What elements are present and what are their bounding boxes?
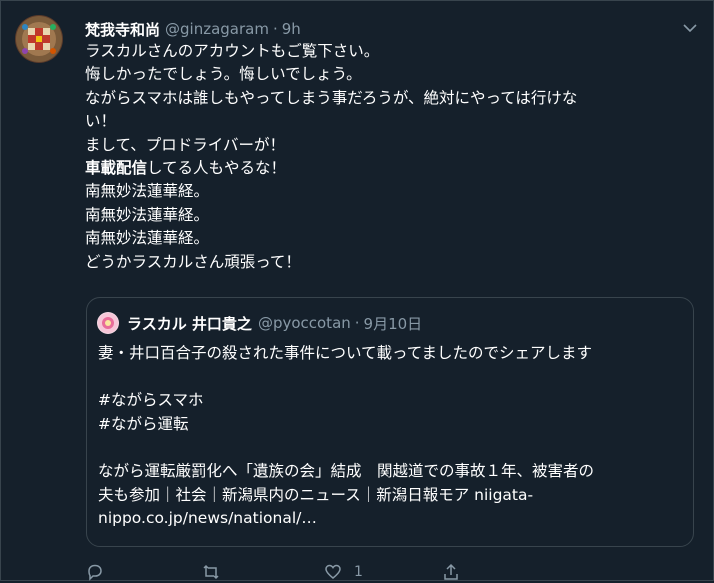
heart-icon: [325, 564, 341, 579]
tweet-text-line: 南無妙法蓮華経。: [85, 182, 210, 201]
tweet-header: 梵我寺和尚 @ginzagaram · 9h: [85, 18, 301, 40]
reply-icon: [88, 564, 102, 581]
tweet-text-line: 南無妙法蓮華経。: [85, 229, 210, 248]
display-name[interactable]: 梵我寺和尚: [85, 19, 160, 40]
separator-dot: ·: [272, 20, 278, 38]
like-button[interactable]: 1: [324, 563, 363, 581]
quoted-tweet-header: ラスカル 井口貴之 @pyoccotan · 9月10日: [97, 311, 422, 335]
tweet-text-line: ラスカルさんのアカウントもご覧下さい。: [85, 42, 380, 60]
tweet-text-line: 悔しかったでしょう。悔しいでしょう。: [85, 65, 362, 84]
tweet-text-line: ながらスマホは誰しもやってしまう事だろうが、絶対にやっては行けな: [85, 88, 578, 107]
tweet-text-line: どうかラスカルさん頑張って！: [85, 252, 301, 271]
retweet-button[interactable]: [202, 563, 220, 581]
reply-button[interactable]: [86, 563, 104, 581]
quoted-text-line: ながら運転厳罰化へ「遺族の会」結成 関越道での事故１年、被害者の: [98, 461, 595, 480]
tweet-text-line: い！: [85, 112, 117, 131]
tweet-text-line: 車載配信してる人もやるな！: [85, 157, 685, 180]
user-handle[interactable]: @ginzagaram: [165, 20, 269, 38]
hashtag-link[interactable]: #ながらスマホ: [98, 389, 688, 413]
quoted-text-line: [98, 366, 688, 390]
quoted-user-handle[interactable]: @pyoccotan: [258, 314, 351, 332]
quoted-display-name[interactable]: ラスカル 井口貴之: [127, 313, 252, 334]
retweet-icon: [203, 564, 219, 580]
quoted-link[interactable]: nippo.co.jp/news/national/…: [98, 507, 688, 531]
quoted-text-line: 妻・井口百合子の殺された事件について載ってましたのでシェアします: [98, 344, 592, 362]
bold-keyword: 車載配信: [85, 159, 148, 178]
tweet-text-fragment: してる人もやるな！: [147, 159, 287, 178]
chevron-down-icon[interactable]: [682, 20, 698, 36]
tweet-text: ラスカルさんのアカウントもご覧下さい。 悔しかったでしょう。悔しいでしょう。 な…: [85, 40, 685, 274]
quoted-avatar[interactable]: [97, 312, 119, 334]
separator-dot: ·: [354, 314, 360, 332]
quoted-tweet-text: 妻・井口百合子の殺された事件について載ってましたのでシェアします #ながらスマホ…: [98, 342, 688, 531]
tweet-text-line: まして、プロドライバーが！: [85, 135, 285, 154]
avatar[interactable]: [15, 15, 63, 63]
quoted-text-line: [98, 436, 688, 460]
timestamp[interactable]: 9h: [282, 20, 301, 38]
tweet-text-line: 南無妙法蓮華経。: [85, 205, 210, 224]
quoted-text-line: 夫も参加｜社会｜新潟県内のニュース｜新潟日報モア niigata-: [98, 485, 534, 504]
quoted-timestamp[interactable]: 9月10日: [364, 313, 423, 334]
share-button[interactable]: [442, 563, 460, 581]
tweet-actions: 1: [86, 563, 486, 583]
share-icon: [444, 563, 458, 580]
quoted-tweet[interactable]: ラスカル 井口貴之 @pyoccotan · 9月10日 妻・井口百合子の殺され…: [86, 297, 694, 547]
like-count: 1: [354, 564, 363, 580]
hashtag-link[interactable]: #ながら運転: [98, 413, 688, 437]
